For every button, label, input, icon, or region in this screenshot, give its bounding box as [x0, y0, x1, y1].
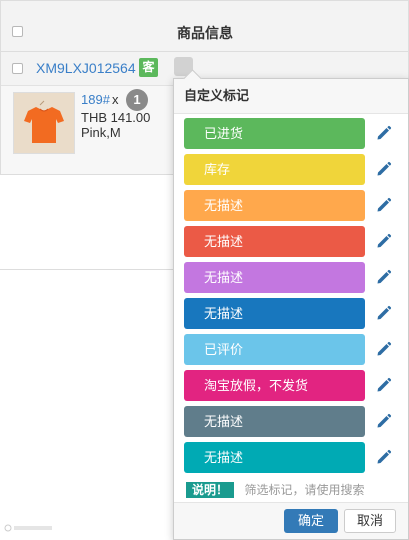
tag-item[interactable]: 无描述 [184, 226, 365, 257]
select-all-checkbox[interactable] [12, 26, 23, 37]
popover-title: 自定义标记 [174, 79, 408, 114]
quantity-badge: 1 [126, 89, 148, 111]
sku-link[interactable]: 189# [81, 92, 110, 107]
pencil-edit-icon[interactable] [376, 125, 392, 141]
description-text: 筛选标记，请使用搜索 [244, 483, 365, 498]
table-header: 商品信息 [1, 1, 408, 52]
orange-shirt-image [14, 93, 74, 153]
tag-item[interactable]: 无描述 [184, 190, 365, 221]
pencil-edit-icon[interactable] [376, 377, 392, 393]
customer-badge: 客 [139, 58, 158, 77]
column-title-product-info: 商品信息 [177, 25, 233, 41]
tag-item[interactable]: 无描述 [184, 262, 365, 293]
cancel-button[interactable]: 取消 [344, 509, 396, 533]
popover-footer: 确定 取消 [174, 502, 408, 539]
product-price: THB 141.00 [81, 110, 151, 125]
pencil-edit-icon[interactable] [376, 161, 392, 177]
tag-item[interactable]: 淘宝放假，不发货 [184, 370, 365, 401]
product-variant: Pink,M [81, 125, 121, 140]
pencil-edit-icon[interactable] [376, 341, 392, 357]
order-checkbox[interactable] [12, 63, 23, 74]
tag-item[interactable]: 无描述 [184, 406, 365, 437]
pencil-edit-icon[interactable] [376, 233, 392, 249]
order-id-link[interactable]: XM9LXJ012564 [36, 60, 136, 76]
pencil-edit-icon[interactable] [376, 305, 392, 321]
description-badge: 说明！ [186, 481, 235, 498]
tag-item[interactable]: 库存 [184, 154, 365, 185]
confirm-button[interactable]: 确定 [284, 509, 338, 533]
pencil-edit-icon[interactable] [376, 413, 392, 429]
quantity-multiplier: x [112, 92, 119, 107]
description-row: 说明！ 筛选标记，请使用搜索 [186, 481, 364, 499]
pencil-edit-icon[interactable] [376, 197, 392, 213]
tag-item[interactable]: 无描述 [184, 298, 365, 329]
tag-item[interactable]: 已评价 [184, 334, 365, 365]
custom-tag-popover: 自定义标记 已进货 库存 无描述 无描述 无描述 无描述 已评价 淘宝放假，不发货 无描述 无描述… [173, 69, 409, 540]
tag-item[interactable]: 已进货 [184, 118, 365, 149]
product-thumbnail[interactable] [13, 92, 75, 154]
pencil-edit-icon[interactable] [376, 449, 392, 465]
divider [0, 269, 180, 270]
tag-item[interactable]: 无描述 [184, 442, 365, 473]
watermark-logo [4, 523, 56, 535]
pencil-edit-icon[interactable] [376, 269, 392, 285]
